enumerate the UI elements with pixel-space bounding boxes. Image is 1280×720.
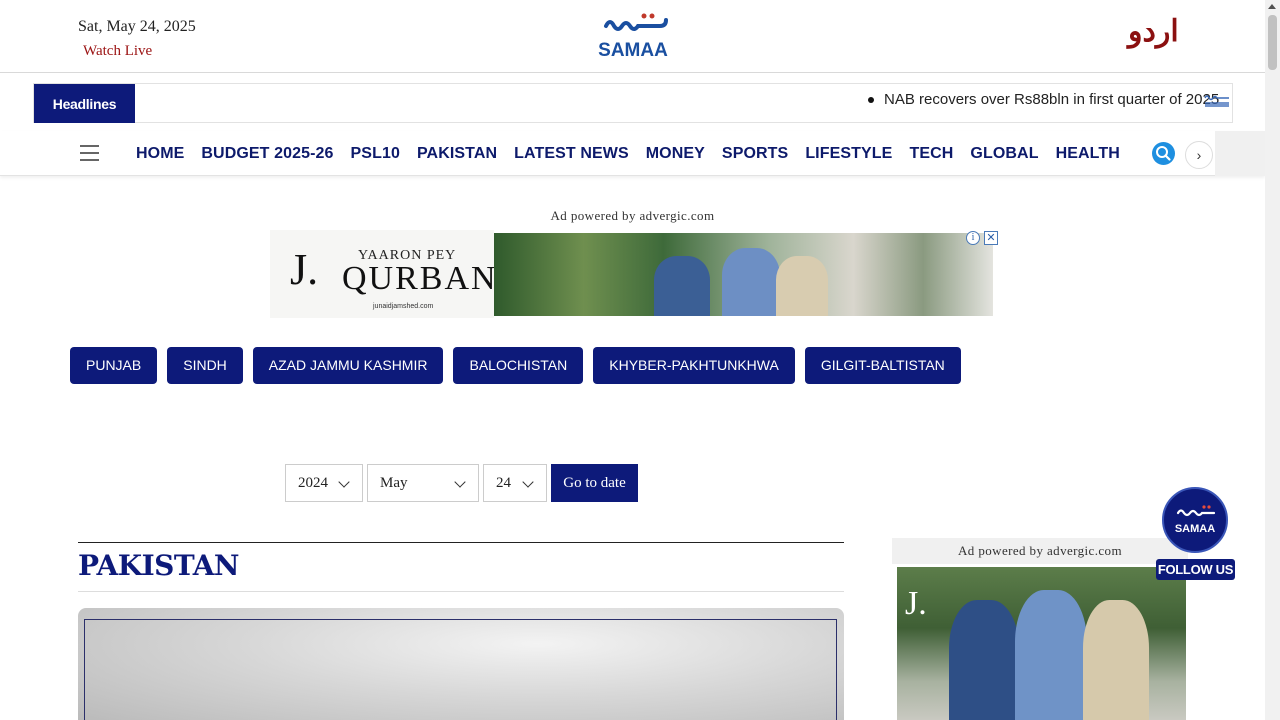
province-button-ajk[interactable]: AZAD JAMMU KASHMIR bbox=[252, 347, 444, 384]
nav-item-global[interactable]: GLOBAL bbox=[970, 131, 1038, 176]
province-button-gb[interactable]: GILGIT-BALTISTAN bbox=[804, 347, 961, 384]
logo-text: SAMAA bbox=[598, 40, 668, 60]
samaa-logo-mark: SAMAA bbox=[598, 13, 668, 60]
scroll-thumb[interactable] bbox=[1268, 15, 1277, 70]
month-select-value: May bbox=[380, 475, 408, 491]
page: Sat, May 24, 2025 Watch Live SAMAA اردو … bbox=[0, 0, 1280, 720]
section-bottom-rule bbox=[78, 591, 844, 592]
search-icon[interactable] bbox=[1152, 142, 1175, 165]
year-select[interactable]: 2024 bbox=[285, 464, 363, 502]
scroll-up-arrow-icon[interactable] bbox=[1268, 4, 1276, 9]
day-select[interactable]: 24 bbox=[483, 464, 547, 502]
samaa-logo[interactable]: SAMAA bbox=[584, 12, 682, 60]
hero-frame bbox=[84, 619, 837, 720]
province-filter-bar: PUNJAB SINDH AZAD JAMMU KASHMIR BALOCHISTAN… bbox=[70, 347, 971, 384]
nav-item-money[interactable]: MONEY bbox=[646, 131, 705, 176]
headlines-ticker: Headlines NAB recovers over Rs88bln in f… bbox=[33, 83, 1233, 123]
nav-next-button[interactable]: › bbox=[1185, 141, 1213, 169]
chevron-down-icon bbox=[522, 476, 534, 488]
main-nav: HOME BUDGET 2025-26 PSL10 PAKISTAN LATEST NE… bbox=[0, 131, 1265, 176]
section-top-rule bbox=[78, 542, 844, 543]
nav-fade bbox=[1215, 131, 1265, 176]
top-header: Sat, May 24, 2025 Watch Live SAMAA اردو bbox=[0, 0, 1265, 73]
nav-item-home[interactable]: HOME bbox=[136, 131, 184, 176]
side-ad-banner[interactable]: J. bbox=[897, 567, 1186, 720]
headlines-tag: Headlines bbox=[34, 84, 135, 123]
ticker-headline-text: NAB recovers over Rs88bln in first quart… bbox=[884, 91, 1220, 108]
current-date: Sat, May 24, 2025 bbox=[78, 18, 196, 35]
ad-close-icon[interactable]: ✕ bbox=[984, 231, 998, 245]
follow-samaa-logo[interactable]: SAMAA bbox=[1162, 487, 1228, 553]
day-select-value: 24 bbox=[496, 475, 511, 491]
watch-live-link[interactable]: Watch Live bbox=[83, 43, 152, 60]
urdu-site-link[interactable]: اردو bbox=[1128, 14, 1179, 49]
ad-headline-big: QURBAN bbox=[342, 260, 498, 297]
ticker-headline[interactable]: NAB recovers over Rs88bln in first quart… bbox=[868, 91, 1219, 108]
section-title: PAKISTAN bbox=[78, 549, 240, 582]
nav-item-budget[interactable]: BUDGET 2025-26 bbox=[201, 131, 333, 176]
nav-item-latest-news[interactable]: LATEST NEWS bbox=[514, 131, 629, 176]
nav-item-lifestyle[interactable]: LIFESTYLE bbox=[805, 131, 892, 176]
hero-story-image[interactable] bbox=[78, 608, 844, 720]
province-button-balochistan[interactable]: BALOCHISTAN bbox=[453, 347, 584, 384]
ad-brand-panel: J. YAARON PEY QURBAN junaidjamshed.com bbox=[270, 230, 496, 318]
ad-photo bbox=[494, 233, 993, 316]
nav-item-sports[interactable]: SPORTS bbox=[722, 131, 788, 176]
province-button-sindh[interactable]: SINDH bbox=[167, 347, 243, 384]
follow-us-button[interactable]: FOLLOW US bbox=[1156, 559, 1235, 580]
ticker-samaa-logo-icon bbox=[1204, 95, 1229, 107]
nav-item-tech[interactable]: TECH bbox=[909, 131, 953, 176]
go-to-date-button[interactable]: Go to date bbox=[551, 464, 638, 502]
nav-items: HOME BUDGET 2025-26 PSL10 PAKISTAN LATEST NE… bbox=[136, 131, 1140, 176]
chevron-down-icon bbox=[338, 476, 350, 488]
bullet-icon bbox=[868, 97, 874, 104]
ad-site: junaidjamshed.com bbox=[373, 303, 434, 310]
nav-item-health[interactable]: HEALTH bbox=[1056, 131, 1120, 176]
province-button-punjab[interactable]: PUNJAB bbox=[70, 347, 158, 384]
chevron-down-icon bbox=[454, 476, 466, 488]
top-ad-banner[interactable]: J. YAARON PEY QURBAN junaidjamshed.com i… bbox=[270, 230, 998, 318]
month-select[interactable]: May bbox=[367, 464, 479, 502]
province-button-kp[interactable]: KHYBER-PAKHTUNKHWA bbox=[593, 347, 795, 384]
ad-info-icon[interactable]: i bbox=[966, 231, 980, 245]
top-ad-label: Ad powered by advergic.com bbox=[550, 208, 715, 223]
nav-item-pakistan[interactable]: PAKISTAN bbox=[417, 131, 497, 176]
side-ad-brand-mark: J. bbox=[905, 585, 927, 622]
year-select-value: 2024 bbox=[298, 475, 328, 491]
page-scrollbar[interactable] bbox=[1265, 0, 1280, 720]
nav-item-psl10[interactable]: PSL10 bbox=[351, 131, 400, 176]
side-ad-label: Ad powered by advergic.com bbox=[892, 538, 1188, 564]
ad-brand-mark: J. bbox=[290, 245, 319, 294]
follow-logo-text: SAMAA bbox=[1175, 523, 1215, 535]
menu-icon[interactable] bbox=[80, 145, 99, 161]
